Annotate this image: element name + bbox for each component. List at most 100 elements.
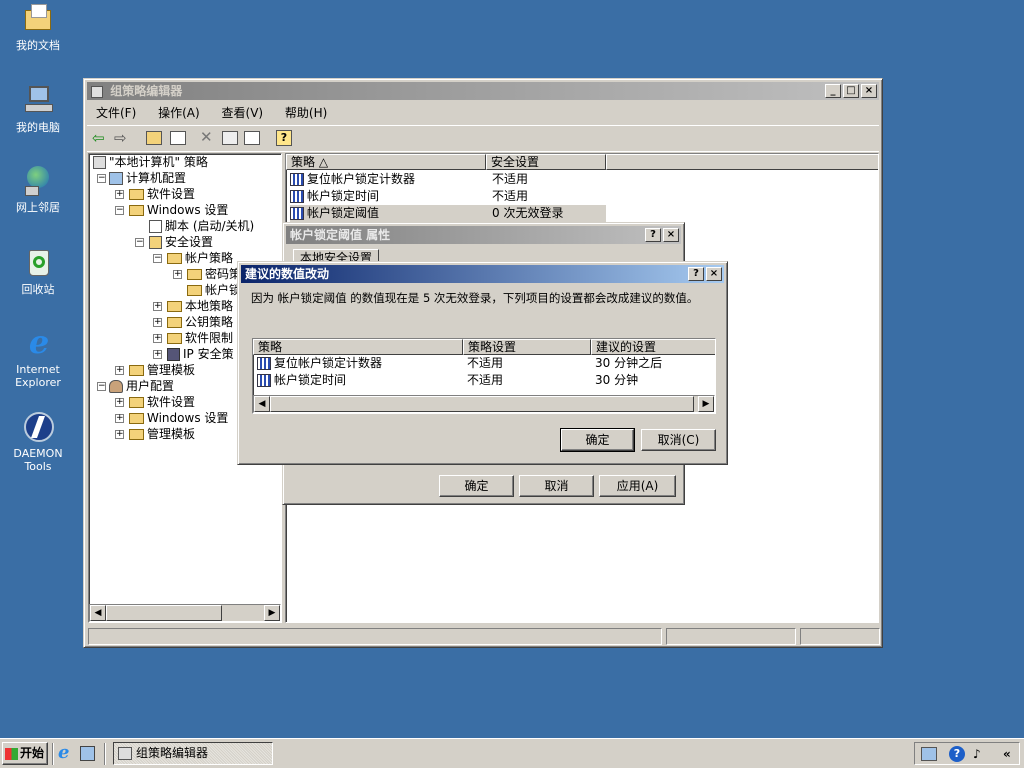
tree-user-software-settings[interactable]: 软件设置 [129,394,195,410]
apply-button[interactable]: 应用(A) [599,475,676,497]
network-tray-icon[interactable] [921,747,937,761]
desktop-icon-daemon-tools[interactable]: DAEMON Tools [0,410,76,473]
tree-software-settings[interactable]: 软件设置 [129,186,195,202]
menu-view[interactable]: 查看(V) [222,106,264,120]
tree-windows-settings[interactable]: Windows 设置 [129,202,228,218]
dialog-title: 帐户锁定阈值 属性 [290,228,391,242]
desktop-icon-my-computer[interactable]: 我的电脑 [0,84,76,134]
list-row-selected[interactable]: 帐户锁定阈值 0 次无效登录 [290,205,606,222]
collapse-toggle[interactable]: − [97,382,106,391]
column-header-security-setting[interactable]: 安全设置 [486,154,606,170]
expand-tray-icon[interactable]: « [1003,746,1017,762]
export-list-icon[interactable] [244,131,260,145]
expand-toggle[interactable]: + [153,302,162,311]
collapse-toggle[interactable]: − [135,238,144,247]
tree-account-lockout[interactable]: 帐户锁 [187,282,241,298]
suggested-changes-list[interactable]: 策略 策略设置 建议的设置 复位帐户锁定计数器 不适用 30 分钟之后 帐户锁定… [252,338,716,414]
show-hide-tree-icon[interactable] [170,131,186,145]
expand-toggle[interactable]: + [115,430,124,439]
desktop-icon-network[interactable]: 网上邻居 [0,164,76,214]
tree-software-restriction[interactable]: 软件限制 [167,330,233,346]
start-button[interactable]: 开始 [2,742,48,765]
help-button[interactable]: ? [645,228,661,242]
scroll-right-icon[interactable]: ▶ [264,605,280,621]
scroll-thumb[interactable] [270,396,694,412]
taskbar-button-gpedit[interactable]: 组策略编辑器 [113,742,273,765]
maximize-button[interactable]: □ [843,84,859,98]
expand-toggle[interactable]: + [153,350,162,359]
expand-toggle[interactable]: + [115,414,124,423]
gpedit-icon [118,747,132,760]
title-bar[interactable]: 组策略编辑器 _ □ × [87,82,879,100]
folder-icon [129,413,144,424]
tree-horizontal-scrollbar[interactable]: ◀ ▶ [89,604,281,622]
tree-public-key-policies[interactable]: 公钥策略 [167,314,233,330]
back-arrow-icon[interactable]: ⇦ [92,129,110,147]
help-button[interactable]: ? [688,267,704,281]
expand-toggle[interactable]: + [115,190,124,199]
tree-password-policy[interactable]: 密码策 [187,266,241,282]
policy-icon [290,207,304,220]
tree-admin-templates[interactable]: 管理模板 [129,362,195,378]
show-desktop-icon[interactable] [80,746,95,761]
close-button[interactable]: × [706,267,722,281]
expand-toggle[interactable]: + [115,366,124,375]
column-header-policy[interactable]: 策略 △ [286,154,486,170]
column-header-suggested-setting[interactable]: 建议的设置 [591,339,715,355]
title-bar[interactable]: 建议的数值改动 ? × [241,265,724,283]
cancel-button[interactable]: 取消 [519,475,594,497]
desktop-icon-recycle-bin[interactable]: 回收站 [0,246,76,296]
help-tray-icon[interactable]: ? [949,746,965,762]
collapse-toggle[interactable]: − [153,254,162,263]
desktop-icon-label: 我的电脑 [16,121,60,134]
close-button[interactable]: × [663,228,679,242]
list-row[interactable]: 复位帐户锁定计数器 不适用 30 分钟之后 [257,355,713,372]
list-row[interactable]: 帐户锁定时间 不适用 [290,188,606,205]
tree-computer-config[interactable]: 计算机配置 [109,170,186,186]
properties-icon[interactable] [222,131,238,145]
scroll-right-icon[interactable]: ▶ [698,396,714,412]
up-folder-icon[interactable] [146,131,162,145]
list-horizontal-scrollbar[interactable]: ◀ ▶ [253,395,715,413]
ie-quicklaunch-icon[interactable]: e [58,743,74,763]
list-row[interactable]: 帐户锁定时间 不适用 30 分钟 [257,372,713,389]
expand-toggle[interactable]: + [173,270,182,279]
column-header-current-setting[interactable]: 策略设置 [463,339,591,355]
collapse-toggle[interactable]: − [115,206,124,215]
desktop-icon-my-documents[interactable]: 我的文档 [0,2,76,52]
tree-scripts[interactable]: 脚本 (启动/关机) [149,218,254,234]
ok-button[interactable]: 确定 [439,475,514,497]
expand-toggle[interactable]: + [153,334,162,343]
volume-tray-icon[interactable]: ♪ [973,746,985,762]
ok-button[interactable]: 确定 [560,428,635,452]
expand-toggle[interactable]: + [153,318,162,327]
menu-bar: 文件(F) 操作(A) 查看(V) 帮助(H) [96,104,345,122]
scroll-left-icon[interactable]: ◀ [90,605,106,621]
expand-toggle[interactable]: + [115,398,124,407]
menu-action[interactable]: 操作(A) [158,106,200,120]
tree-root[interactable]: "本地计算机" 策略 [93,154,208,170]
cancel-button[interactable]: 取消(C) [641,429,716,451]
scroll-thumb[interactable] [106,605,222,621]
title-bar[interactable]: 帐户锁定阈值 属性 ? × [286,226,681,244]
tree-account-policies[interactable]: 帐户策略 [167,250,233,266]
tree-security-settings[interactable]: 安全设置 [149,234,213,250]
help-icon[interactable]: ? [276,130,292,146]
list-row[interactable]: 复位帐户锁定计数器 不适用 [290,171,606,188]
menu-file[interactable]: 文件(F) [96,106,136,120]
tree-user-config[interactable]: 用户配置 [109,378,174,394]
collapse-toggle[interactable]: − [97,174,106,183]
tree-local-policies[interactable]: 本地策略 [167,298,233,314]
menu-help[interactable]: 帮助(H) [285,106,327,120]
tree-user-admin-templates[interactable]: 管理模板 [129,426,195,442]
scroll-left-icon[interactable]: ◀ [254,396,270,412]
tree-user-windows-settings[interactable]: Windows 设置 [129,410,228,426]
close-button[interactable]: × [861,84,877,98]
tree-ip-security[interactable]: IP 安全策 [167,346,234,362]
delete-icon[interactable]: ✕ [200,128,216,146]
column-header-policy[interactable]: 策略 [253,339,463,355]
minimize-button[interactable]: _ [825,84,841,98]
forward-arrow-icon[interactable]: ⇨ [114,129,132,147]
script-icon [149,220,162,233]
desktop-icon-internet-explorer[interactable]: e Internet Explorer [0,326,76,389]
